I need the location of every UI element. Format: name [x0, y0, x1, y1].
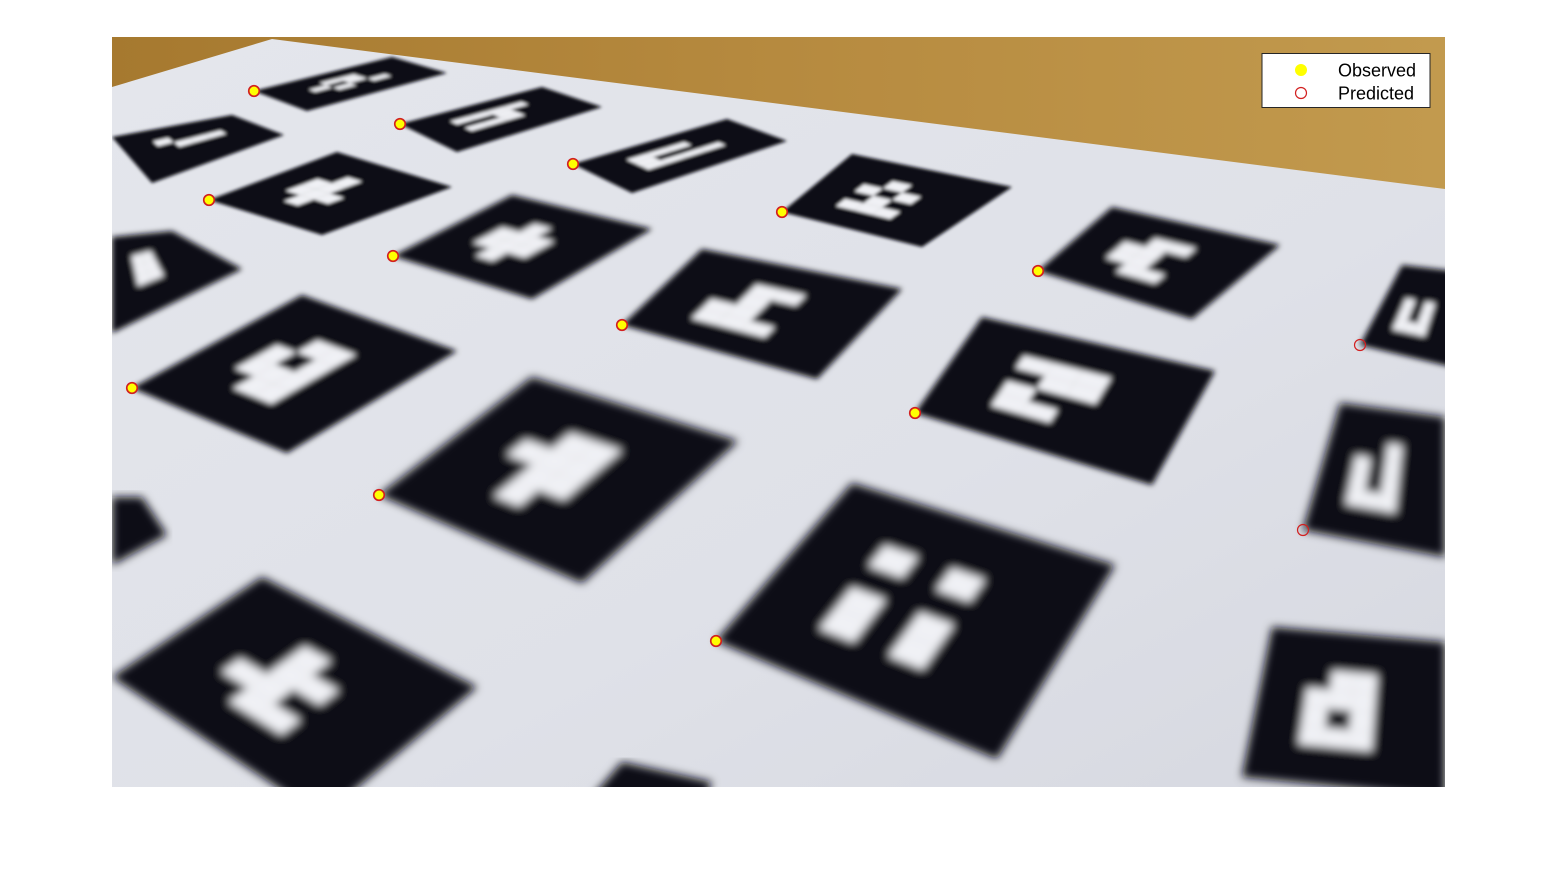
- observed-point: [1032, 265, 1044, 277]
- legend-observed-marker: [1295, 64, 1307, 76]
- observed-point: [616, 319, 628, 331]
- observed-point: [373, 489, 385, 501]
- marker-cell: [1378, 493, 1397, 514]
- legend: Observed Predicted: [1261, 53, 1431, 108]
- marker-cell: [1345, 487, 1365, 508]
- observed-point: [909, 407, 921, 419]
- marker-square: [1242, 627, 1445, 787]
- marker-cell: [1349, 710, 1375, 733]
- observed-point: [203, 194, 215, 206]
- observed-point: [126, 382, 138, 394]
- marker-cell: [1351, 691, 1376, 713]
- legend-observed-label: Observed: [1338, 61, 1416, 81]
- marker-cell: [1362, 490, 1381, 511]
- observed-point: [776, 206, 788, 218]
- marker-cell: [1329, 670, 1355, 692]
- marker-cell: [1304, 687, 1330, 709]
- observed-point: [567, 158, 579, 170]
- marker-cell: [1298, 725, 1326, 747]
- marker-cell: [1301, 706, 1328, 728]
- legend-predicted-label: Predicted: [1338, 84, 1414, 104]
- marker-cell: [1383, 460, 1401, 480]
- figure: Observed Predicted: [112, 37, 1445, 787]
- camera-image: [112, 37, 1445, 787]
- marker-cell: [1352, 672, 1378, 694]
- marker-cell: [1380, 476, 1399, 497]
- observed-point: [710, 635, 722, 647]
- marker-cell: [1385, 443, 1403, 463]
- observed-point: [387, 250, 399, 262]
- marker-cell: [1347, 729, 1374, 752]
- aruco-marker: [1242, 627, 1445, 787]
- observed-point: [248, 85, 260, 97]
- marker-cell: [1327, 689, 1353, 711]
- observed-point: [394, 118, 406, 130]
- marker-cell: [1322, 727, 1350, 749]
